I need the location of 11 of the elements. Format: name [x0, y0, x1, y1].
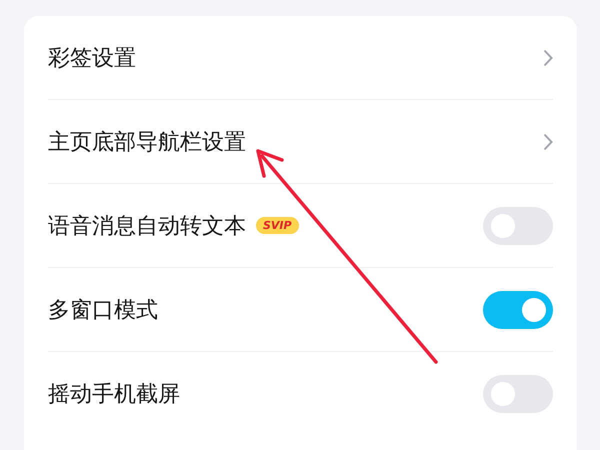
chevron-right-icon[interactable] — [543, 48, 553, 66]
toggle-switch[interactable] — [483, 375, 553, 413]
toggle-switch[interactable] — [483, 206, 553, 244]
toggle-switch[interactable] — [483, 290, 553, 328]
svip-badge: SVIP — [256, 217, 299, 234]
setting-label: 语音消息自动转文本 — [48, 212, 246, 240]
setting-label: 主页底部导航栏设置 — [48, 128, 246, 156]
setting-label: 彩签设置 — [48, 44, 136, 72]
chevron-right-icon[interactable] — [543, 132, 553, 150]
setting-label: 多窗口模式 — [48, 296, 158, 324]
setting-label: 摇动手机截屏 — [48, 381, 180, 409]
